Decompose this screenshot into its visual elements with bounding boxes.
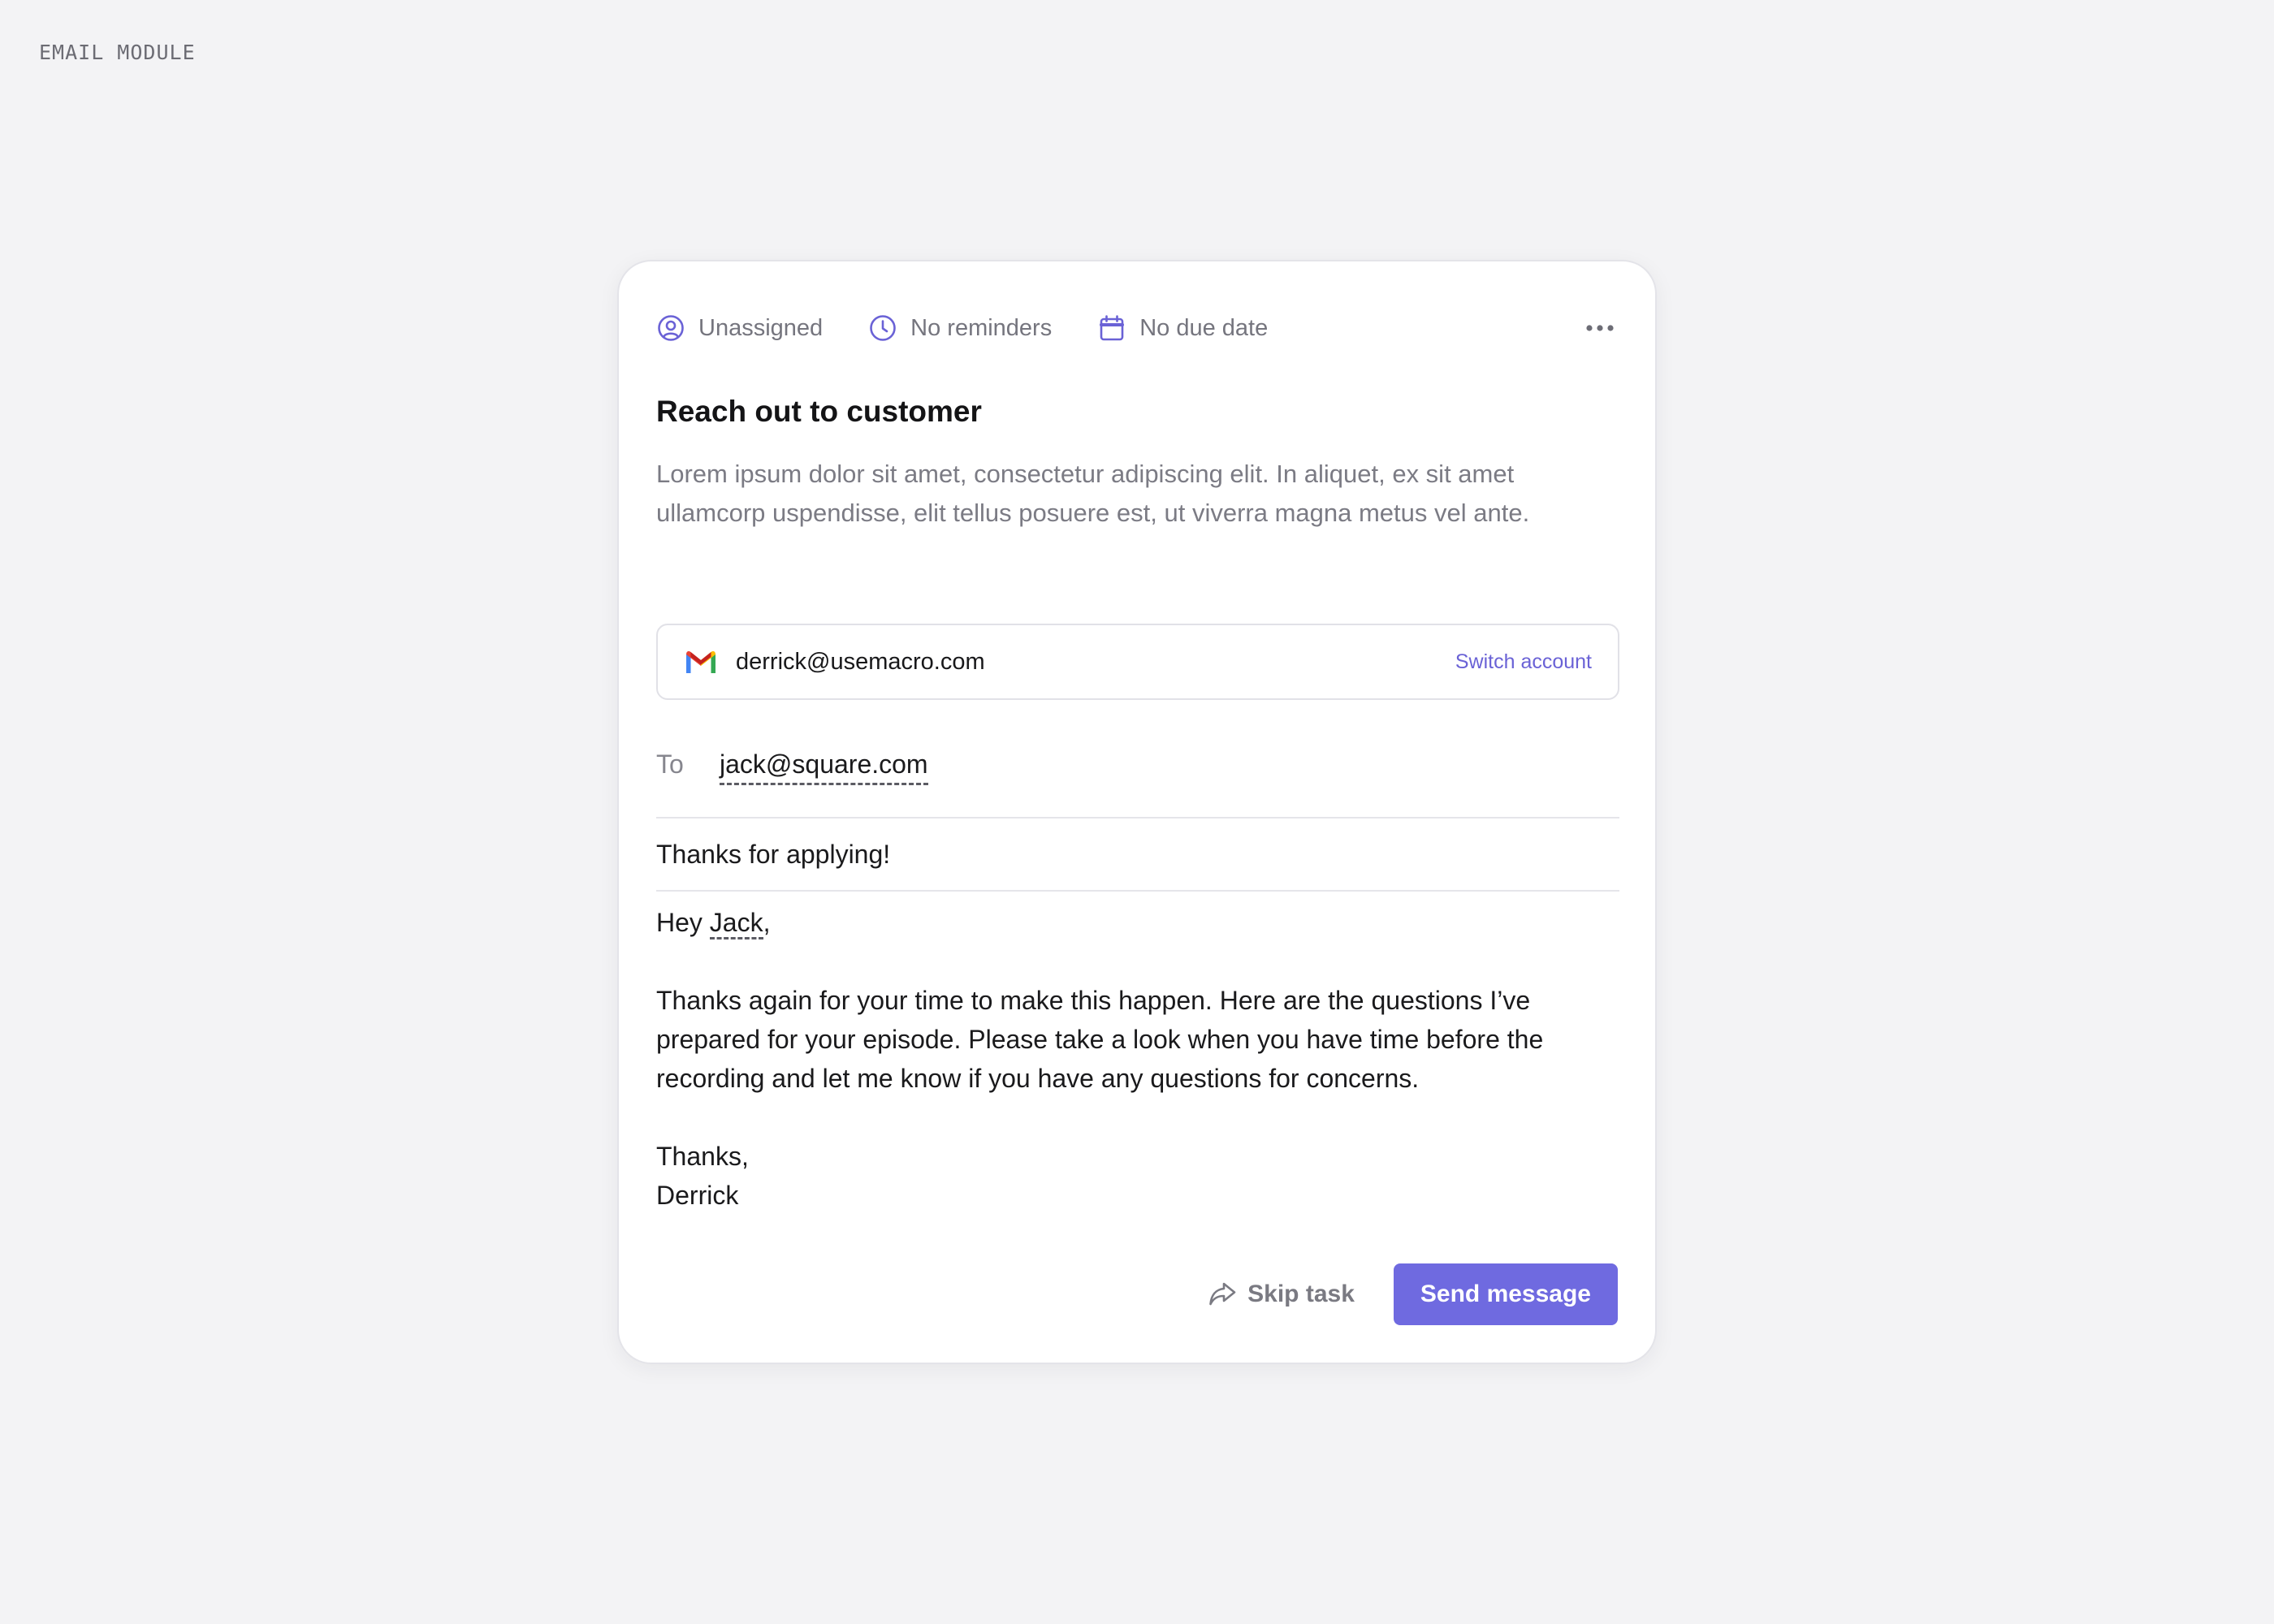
reminders-selector[interactable]: No reminders xyxy=(868,313,1052,343)
gmail-icon xyxy=(684,649,718,675)
share-forward-icon xyxy=(1207,1279,1238,1310)
email-body-editor[interactable]: Hey Jack, Thanks again for your time to … xyxy=(656,903,1619,1215)
switch-account-link[interactable]: Switch account xyxy=(1455,650,1592,674)
signoff-line: Thanks, xyxy=(656,1142,749,1171)
skip-task-button[interactable]: Skip task xyxy=(1207,1279,1355,1310)
task-meta-row: Unassigned No reminders No due date xyxy=(656,310,1618,346)
send-message-button[interactable]: Send message xyxy=(1393,1263,1618,1325)
signature-name: Derrick xyxy=(656,1181,739,1210)
due-date-selector[interactable]: No due date xyxy=(1097,313,1268,343)
user-circle-icon xyxy=(656,313,685,343)
task-description: Lorem ipsum dolor sit amet, consectetur … xyxy=(656,460,1530,527)
recipient-chip[interactable]: jack@square.com xyxy=(720,745,928,785)
greeting-line: Hey Jack, xyxy=(656,903,1619,942)
clock-icon xyxy=(868,313,897,343)
calendar-icon xyxy=(1097,313,1126,343)
due-date-label: No due date xyxy=(1139,314,1269,341)
to-label: To xyxy=(656,749,684,779)
greeting-suffix: , xyxy=(763,908,771,937)
more-options-button[interactable] xyxy=(1582,310,1618,346)
email-task-card: Unassigned No reminders No due date Reac… xyxy=(617,260,1657,1364)
action-bar: Skip task Send message xyxy=(1207,1263,1618,1325)
greeting-name-token[interactable]: Jack xyxy=(709,908,763,939)
reminders-label: No reminders xyxy=(910,314,1053,341)
body-paragraph: Thanks again for your time to make this … xyxy=(656,986,1544,1093)
skip-task-label: Skip task xyxy=(1247,1281,1355,1307)
task-title: Reach out to customer xyxy=(656,395,982,428)
to-field-row[interactable]: To jack@square.com xyxy=(656,745,1619,818)
sender-account-box: derrick@usemacro.com Switch account xyxy=(656,624,1619,700)
sender-email: derrick@usemacro.com xyxy=(736,648,985,675)
signature-block: Thanks, Derrick xyxy=(656,1137,1619,1215)
assignee-label: Unassigned xyxy=(698,314,824,341)
more-horizontal-icon xyxy=(1585,324,1615,332)
subject-field[interactable]: Thanks for applying! xyxy=(656,818,1619,892)
module-label: EMAIL MODULE xyxy=(39,41,196,64)
assignee-selector[interactable]: Unassigned xyxy=(656,313,823,343)
greeting-prefix: Hey xyxy=(656,908,710,937)
